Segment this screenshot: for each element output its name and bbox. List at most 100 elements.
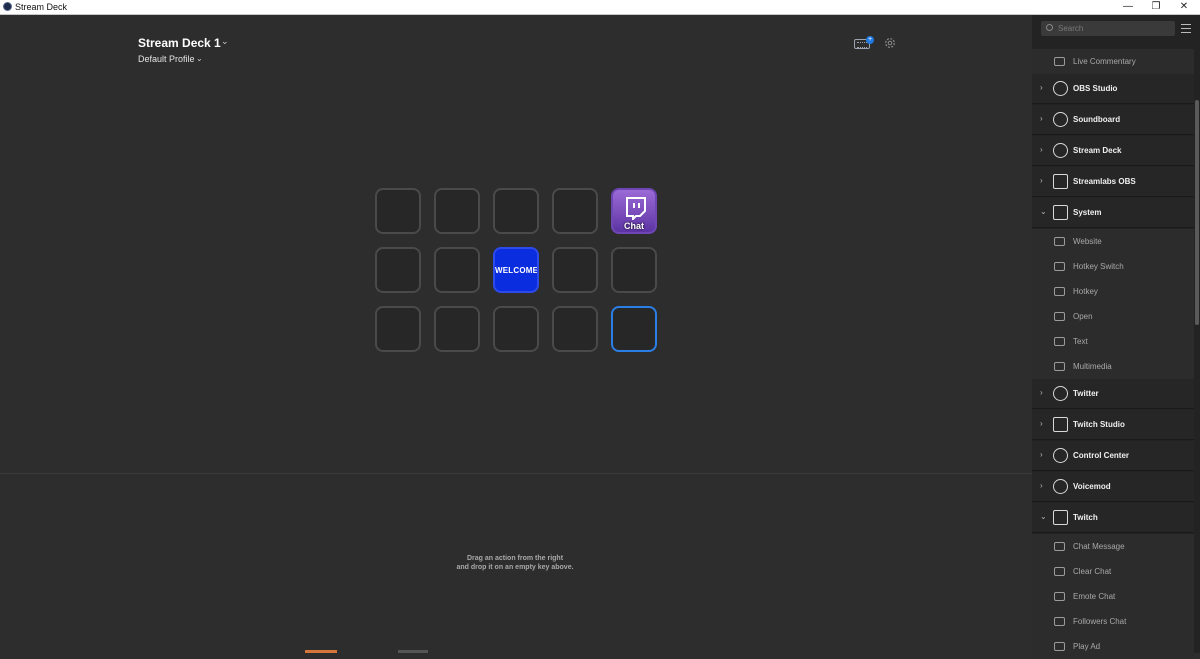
followers-icon xyxy=(1054,617,1065,626)
text-icon xyxy=(1054,337,1065,346)
deck-key[interactable] xyxy=(552,306,598,352)
category-twitch-studio[interactable]: › Twitch Studio xyxy=(1032,410,1194,440)
action-emote-chat[interactable]: Emote Chat xyxy=(1032,584,1194,609)
deck-key[interactable] xyxy=(375,247,421,293)
emote-icon xyxy=(1054,592,1065,601)
action-label: Followers Chat xyxy=(1073,617,1127,626)
action-website[interactable]: Website xyxy=(1032,229,1194,254)
category-system[interactable]: ⌄ System xyxy=(1032,198,1194,228)
list-view-icon[interactable] xyxy=(1181,24,1191,33)
twitch-studio-icon xyxy=(1053,417,1068,432)
chevron-right-icon[interactable]: › xyxy=(1040,83,1043,92)
stream-deck-icon xyxy=(1053,143,1068,158)
chevron-right-icon[interactable]: › xyxy=(1040,419,1043,428)
chevron-down-icon[interactable]: ⌄ xyxy=(1040,512,1047,521)
key-label: Chat xyxy=(624,221,644,231)
category-stream-deck[interactable]: › Stream Deck xyxy=(1032,136,1194,166)
device-name[interactable]: Stream Deck 1 xyxy=(138,36,221,50)
deck-key[interactable] xyxy=(493,306,539,352)
action-text[interactable]: Text xyxy=(1032,329,1194,354)
stream-deck-app-icon xyxy=(3,2,12,11)
action-label: Emote Chat xyxy=(1073,592,1116,601)
hint-line-2: and drop it on an empty key above. xyxy=(456,564,574,571)
category-control-center[interactable]: › Control Center xyxy=(1032,441,1194,471)
category-streamlabs-obs[interactable]: › Streamlabs OBS xyxy=(1032,167,1194,197)
close-button[interactable]: ✕ xyxy=(1170,0,1198,15)
category-label: Stream Deck xyxy=(1073,146,1122,155)
streamlabs-icon xyxy=(1053,174,1068,189)
deck-key[interactable] xyxy=(434,247,480,293)
chevron-right-icon[interactable]: › xyxy=(1040,481,1043,490)
chevron-right-icon[interactable]: › xyxy=(1040,388,1043,397)
action-label: Chat Message xyxy=(1073,542,1125,551)
action-open[interactable]: Open xyxy=(1032,304,1194,329)
category-twitter[interactable]: › Twitter xyxy=(1032,379,1194,409)
speaker-icon xyxy=(1053,112,1068,127)
deck-key[interactable] xyxy=(552,188,598,234)
deck-key[interactable] xyxy=(611,306,657,352)
category-twitch[interactable]: ⌄ Twitch xyxy=(1032,503,1194,533)
window-title: Stream Deck xyxy=(15,2,68,12)
welcome-key[interactable]: WELCOME xyxy=(493,247,539,293)
maximize-button[interactable]: ❐ xyxy=(1142,0,1170,15)
action-followers-chat[interactable]: Followers Chat xyxy=(1032,609,1194,634)
action-play-ad[interactable]: Play Ad xyxy=(1032,634,1194,659)
category-label: OBS Studio xyxy=(1073,84,1118,93)
action-live-commentary[interactable]: Live Commentary xyxy=(1032,49,1194,74)
action-hotkey[interactable]: Hotkey xyxy=(1032,279,1194,304)
category-label: Twitch Studio xyxy=(1073,420,1125,429)
minimize-button[interactable]: — xyxy=(1114,0,1142,15)
category-label: Voicemod xyxy=(1073,482,1111,491)
chevron-right-icon[interactable]: › xyxy=(1040,176,1043,185)
title-bar: Stream Deck — ❐ ✕ xyxy=(0,0,1200,15)
gear-icon[interactable] xyxy=(884,37,896,49)
twitch-icon xyxy=(1053,510,1068,525)
add-badge-icon[interactable]: + xyxy=(866,36,874,44)
deck-key[interactable] xyxy=(611,247,657,293)
key-label: WELCOME xyxy=(495,266,539,275)
chevron-right-icon[interactable]: › xyxy=(1040,450,1043,459)
action-multimedia[interactable]: Multimedia xyxy=(1032,354,1194,379)
deck-key[interactable] xyxy=(375,306,421,352)
category-label: Streamlabs OBS xyxy=(1073,177,1136,186)
category-label: System xyxy=(1073,208,1102,217)
deck-key[interactable] xyxy=(434,188,480,234)
deck-key[interactable] xyxy=(552,247,598,293)
action-label: Open xyxy=(1073,312,1093,321)
chat-icon xyxy=(1054,542,1065,551)
action-label: Hotkey Switch xyxy=(1073,262,1124,271)
search-input[interactable] xyxy=(1058,21,1168,36)
action-hotkey-switch[interactable]: Hotkey Switch xyxy=(1032,254,1194,279)
deck-key[interactable] xyxy=(434,306,480,352)
chevron-down-icon[interactable]: ⌄ xyxy=(196,54,203,63)
drag-hint: Drag an action from the right and drop i… xyxy=(400,554,630,572)
action-label: Website xyxy=(1073,237,1102,246)
profile-selector[interactable]: Default Profile xyxy=(138,54,195,64)
voicemod-icon xyxy=(1053,479,1068,494)
category-soundboard[interactable]: › Soundboard xyxy=(1032,105,1194,135)
deck-key[interactable] xyxy=(493,188,539,234)
category-label: Soundboard xyxy=(1073,115,1121,124)
action-label: Multimedia xyxy=(1073,362,1112,371)
keyboard-icon xyxy=(1054,287,1065,296)
chevron-down-icon[interactable]: ⌄ xyxy=(1040,207,1047,216)
toggle-icon xyxy=(1054,262,1065,271)
chevron-down-icon[interactable]: ⌄ xyxy=(221,36,229,47)
control-center-icon xyxy=(1053,448,1068,463)
chevron-right-icon[interactable]: › xyxy=(1040,145,1043,154)
twitch-chat-key[interactable]: Chat xyxy=(611,188,657,234)
action-clear-chat[interactable]: Clear Chat xyxy=(1032,559,1194,584)
category-obs-studio[interactable]: › OBS Studio xyxy=(1032,74,1194,104)
action-label: Text xyxy=(1073,337,1088,346)
twitch-icon xyxy=(626,197,646,220)
category-label: Twitch xyxy=(1073,513,1098,522)
category-label: Control Center xyxy=(1073,451,1129,460)
category-label: Twitter xyxy=(1073,389,1099,398)
search-box[interactable] xyxy=(1041,21,1175,36)
deck-key[interactable] xyxy=(375,188,421,234)
scrollbar[interactable] xyxy=(1195,100,1199,325)
action-label: Hotkey xyxy=(1073,287,1098,296)
category-voicemod[interactable]: › Voicemod xyxy=(1032,472,1194,502)
action-chat-message[interactable]: Chat Message xyxy=(1032,534,1194,559)
chevron-right-icon[interactable]: › xyxy=(1040,114,1043,123)
